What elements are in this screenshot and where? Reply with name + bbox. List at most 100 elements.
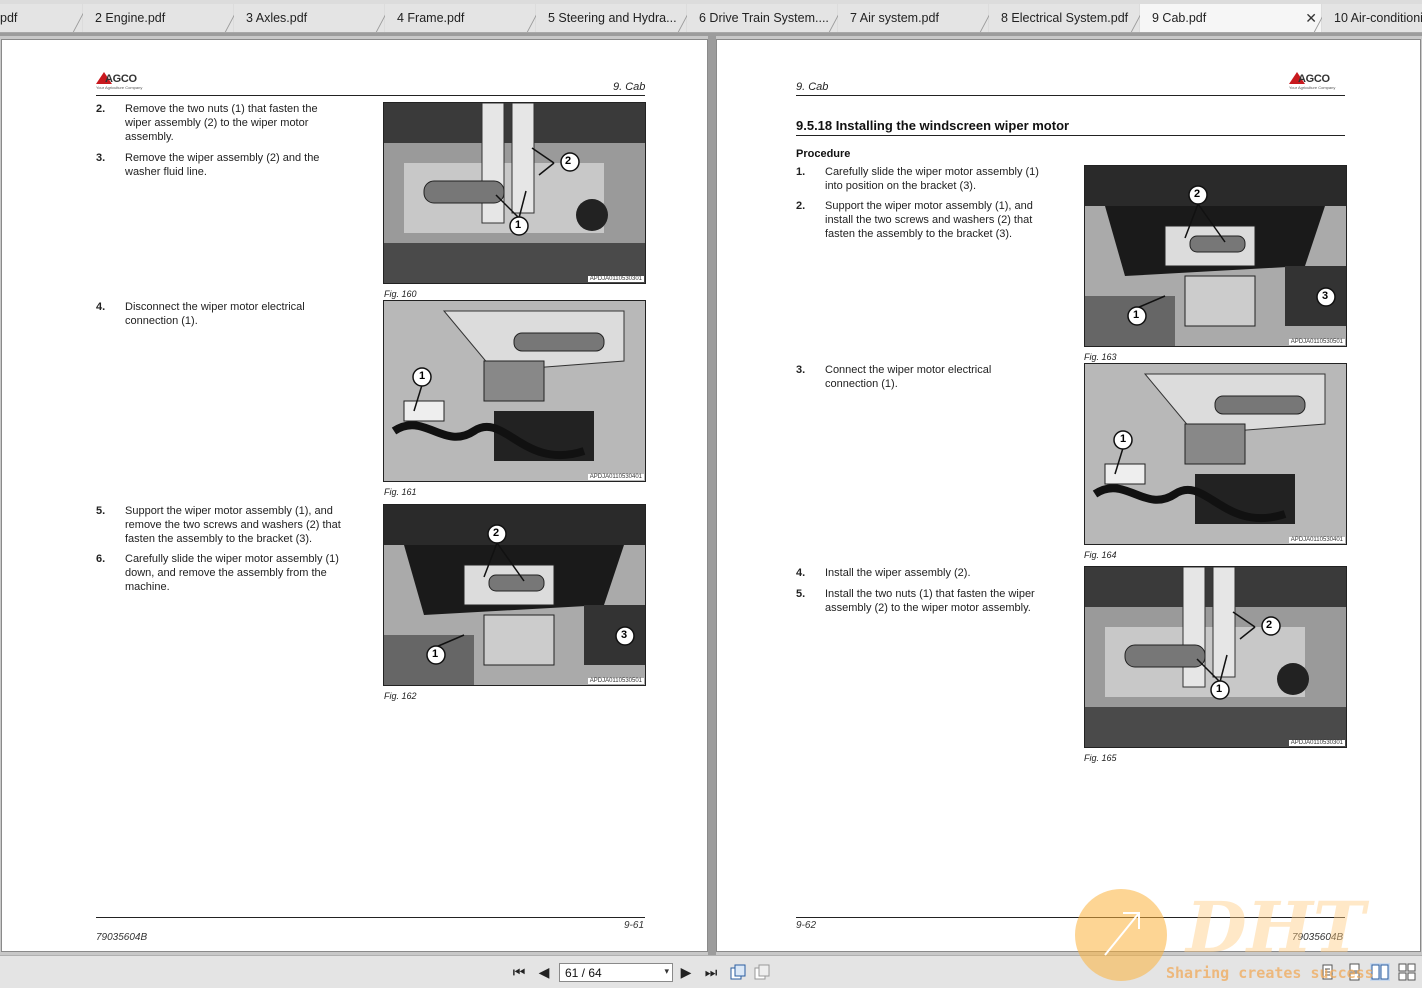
header-rule <box>796 95 1345 96</box>
figure-code: APDJA0110530301 <box>587 276 644 282</box>
figure-caption: Fig. 161 <box>384 487 417 497</box>
chevron-down-icon[interactable]: ▾ <box>664 966 669 977</box>
logo-word: AGCO <box>1298 73 1330 85</box>
step-number: 3. <box>96 152 106 164</box>
footer-rule <box>96 917 645 918</box>
tab-bar: pdf 2 Engine.pdf 3 Axles.pdf 4 Frame.pdf… <box>0 0 1422 33</box>
previous-page-button[interactable]: ◀ <box>536 963 552 981</box>
navigation-toolbar: ⏮ ◀ 61 / 64 ▾ ▶ ⏭ <box>0 955 1422 988</box>
figure-illustration <box>384 301 645 481</box>
callout-2: 2 <box>565 155 572 167</box>
figure-caption: Fig. 162 <box>384 691 417 701</box>
page-header-title: 9. Cab <box>796 81 829 93</box>
tab-frame[interactable]: 4 Frame.pdf <box>385 4 535 32</box>
step-text: Install the wiper assembly (2). <box>825 567 971 579</box>
figure-code: APDJA0110530501 <box>587 678 644 684</box>
procedure-label: Procedure <box>796 148 851 160</box>
page-left: AGCO Your Agriculture Company 9. Cab 2. … <box>1 39 708 952</box>
tab-label: 3 Axles.pdf <box>246 11 308 25</box>
tab-label: pdf <box>0 11 18 25</box>
step-number: 1. <box>796 166 806 178</box>
logo-word: AGCO <box>105 73 137 85</box>
last-page-button[interactable]: ⏭ <box>702 963 720 981</box>
step-number: 6. <box>96 553 106 565</box>
step-number: 2. <box>796 200 806 212</box>
tab-cab[interactable]: 9 Cab.pdf ✕ <box>1140 4 1321 32</box>
callout-2: 2 <box>493 527 500 539</box>
figure-illustration <box>384 505 645 685</box>
callout-3: 3 <box>621 629 628 641</box>
two-page-continuous-view-icon[interactable] <box>1397 963 1417 981</box>
step-number: 4. <box>796 567 806 579</box>
close-icon[interactable]: ✕ <box>1305 10 1317 27</box>
tab-engine[interactable]: 2 Engine.pdf <box>83 4 233 32</box>
figure-illustration <box>384 103 645 283</box>
step-text: Carefully slide the wiper motor assembly… <box>825 166 1039 192</box>
two-page-view-icon[interactable] <box>1370 963 1390 981</box>
figure-electrical-connection: 1 APDJA0110530401 <box>383 300 646 482</box>
tab-air-conditioning[interactable]: 10 Air-conditioni <box>1322 4 1422 32</box>
page-gutter <box>708 36 716 958</box>
callout-1: 1 <box>419 370 426 382</box>
step-text: Disconnect the wiper motor electrical co… <box>125 301 305 327</box>
figure-illustration <box>1085 364 1346 544</box>
figure-code: APDJA0110530501 <box>1288 339 1345 345</box>
figure-caption: Fig. 163 <box>1084 352 1117 362</box>
tab-steering[interactable]: 5 Steering and Hydra... <box>536 4 686 32</box>
tab-air-system[interactable]: 7 Air system.pdf <box>838 4 988 32</box>
figure-electrical-connection: 1 APDJA0110530401 <box>1084 363 1347 545</box>
figure-code: APDJA0110530401 <box>587 474 644 480</box>
tab-electrical[interactable]: 8 Electrical System.pdf <box>989 4 1139 32</box>
step-text: Support the wiper motor assembly (1), an… <box>125 505 341 545</box>
tab-label: 2 Engine.pdf <box>95 11 166 25</box>
tab-axles[interactable]: 3 Axles.pdf <box>234 4 384 32</box>
document-viewport[interactable]: AGCO Your Agriculture Company 9. Cab 2. … <box>0 33 1422 958</box>
tab-label: 10 Air-conditioni <box>1334 11 1422 25</box>
page-selector-value: 61 / 64 <box>565 966 602 980</box>
figure-illustration <box>1085 166 1346 346</box>
step-text: Remove the two nuts (1) that fasten the … <box>125 103 318 143</box>
figure-wiper-nuts: 2 1 APDJA0110530301 <box>383 102 646 284</box>
tab-label: 7 Air system.pdf <box>850 11 939 25</box>
tab-label: 9 Cab.pdf <box>1152 11 1207 25</box>
continuous-view-icon[interactable] <box>1345 963 1363 981</box>
step-text: Support the wiper motor assembly (1), an… <box>825 200 1033 240</box>
callout-2: 2 <box>1194 188 1201 200</box>
logo-tagline: Your Agriculture Company <box>96 85 143 90</box>
section-title: 9.5.18 Installing the windscreen wiper m… <box>796 118 1070 133</box>
figure-code: APDJA0110530301 <box>1288 740 1345 746</box>
page-header-title: 9. Cab <box>613 81 646 93</box>
figure-wiper-nuts: 2 1 APDJA0110530301 <box>1084 566 1347 748</box>
go-back-view-icon[interactable] <box>729 963 747 981</box>
go-forward-view-icon[interactable] <box>753 963 771 981</box>
callout-3: 3 <box>1322 290 1329 302</box>
header-rule <box>96 95 645 96</box>
tab-drive-train[interactable]: 6 Drive Train System.... <box>687 4 837 32</box>
page-selector[interactable]: 61 / 64 ▾ <box>559 963 673 982</box>
figure-code: APDJA0110530401 <box>1288 537 1345 543</box>
callout-1: 1 <box>1216 683 1223 695</box>
document-number: 79035604B <box>1292 932 1344 943</box>
single-page-view-icon[interactable] <box>1318 963 1336 981</box>
tab-pdf[interactable]: pdf <box>0 4 82 32</box>
step-text: Connect the wiper motor electrical conne… <box>825 364 992 390</box>
first-page-button[interactable]: ⏮ <box>510 963 528 981</box>
tab-label: 8 Electrical System.pdf <box>1001 11 1129 25</box>
tab-label: 6 Drive Train System.... <box>699 11 829 25</box>
agco-logo: AGCO Your Agriculture Company <box>1289 72 1349 92</box>
callout-1: 1 <box>1120 433 1127 445</box>
page-number: 9-61 <box>624 920 645 931</box>
logo-tagline: Your Agriculture Company <box>1289 85 1336 90</box>
step-number: 5. <box>796 588 806 600</box>
callout-1: 1 <box>1133 309 1140 321</box>
next-page-button[interactable]: ▶ <box>678 963 694 981</box>
step-text: Remove the wiper assembly (2) and the wa… <box>125 152 320 178</box>
step-number: 2. <box>96 103 106 115</box>
tab-label: 4 Frame.pdf <box>397 11 465 25</box>
callout-1: 1 <box>515 219 522 231</box>
step-number: 3. <box>796 364 806 376</box>
figure-caption: Fig. 160 <box>384 289 417 299</box>
agco-logo: AGCO Your Agriculture Company <box>96 72 156 92</box>
footer-rule <box>796 917 1345 918</box>
document-number: 79035604B <box>96 932 148 943</box>
